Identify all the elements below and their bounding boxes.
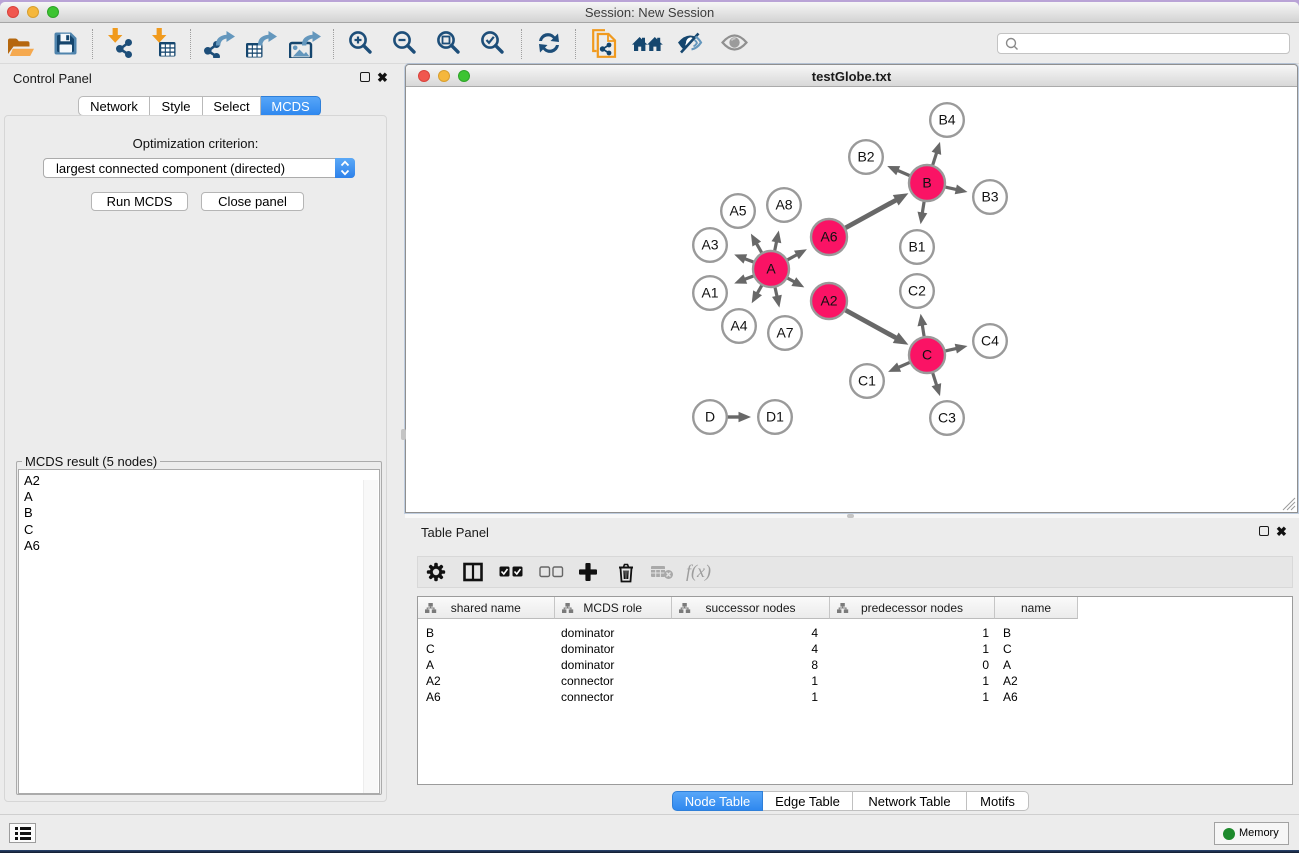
svg-text:C: C (922, 347, 932, 363)
svg-text:A3: A3 (701, 237, 718, 253)
svg-text:A8: A8 (775, 197, 792, 213)
svg-text:C1: C1 (858, 373, 876, 389)
svg-text:D1: D1 (766, 409, 784, 425)
svg-text:B2: B2 (857, 149, 874, 165)
svg-text:A: A (766, 261, 776, 277)
svg-text:A1: A1 (701, 285, 718, 301)
svg-text:C4: C4 (981, 333, 999, 349)
svg-text:A4: A4 (730, 318, 747, 334)
svg-text:A7: A7 (776, 325, 793, 341)
svg-text:D: D (705, 409, 715, 425)
svg-text:B1: B1 (908, 239, 925, 255)
svg-text:C2: C2 (908, 283, 926, 299)
svg-text:A6: A6 (820, 229, 837, 245)
svg-text:A5: A5 (729, 203, 746, 219)
svg-text:C3: C3 (938, 410, 956, 426)
svg-text:B: B (922, 175, 931, 191)
svg-text:B4: B4 (938, 112, 955, 128)
svg-text:B3: B3 (981, 189, 998, 205)
svg-text:A2: A2 (820, 293, 837, 309)
